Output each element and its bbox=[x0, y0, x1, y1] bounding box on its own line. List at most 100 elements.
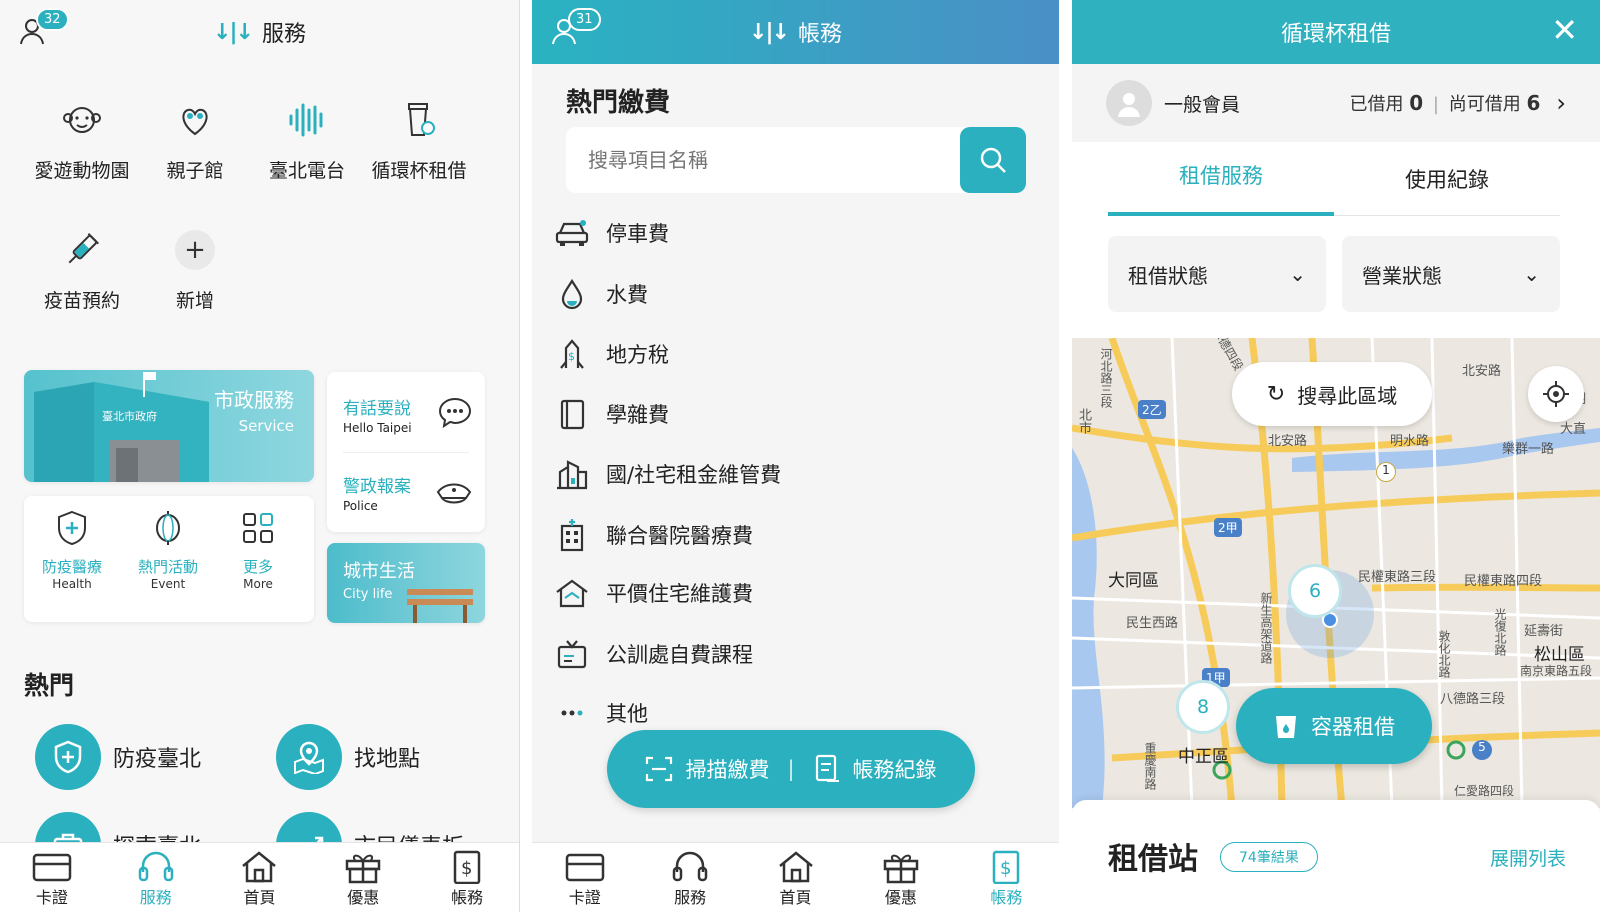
tab-billing[interactable]: $ 帳務 bbox=[954, 843, 1059, 912]
city-service-card[interactable]: 臺北市政府 市政服務 Service bbox=[24, 370, 314, 482]
header-title: 循環杯租借 bbox=[1280, 22, 1391, 47]
service-parent-child[interactable]: 親子館 bbox=[140, 90, 250, 183]
tab-card[interactable]: 卡證 bbox=[532, 843, 637, 912]
tab-offers[interactable]: 優惠 bbox=[311, 843, 415, 912]
borrowed-label: 已借用 bbox=[1349, 94, 1404, 115]
search-area-label: 搜尋此區域 bbox=[1297, 383, 1398, 408]
headset-icon bbox=[138, 851, 173, 882]
tab-label: 使用紀錄 bbox=[1405, 168, 1489, 192]
map-label: 光復北路 bbox=[1493, 608, 1507, 656]
tab-label: 優惠 bbox=[884, 888, 917, 907]
locate-button[interactable] bbox=[1528, 366, 1584, 422]
tab-card[interactable]: 卡證 bbox=[0, 843, 104, 912]
tab-label: 帳務 bbox=[990, 888, 1023, 907]
pay-item-parking[interactable]: 停車費 bbox=[554, 218, 669, 248]
tab-services[interactable]: 服務 bbox=[104, 843, 208, 912]
police-report-item[interactable]: 警政報案 Police bbox=[343, 472, 411, 513]
pay-item-social-housing[interactable]: 國/社宅租金維管費 bbox=[554, 458, 781, 490]
route-badge: 2乙 bbox=[1138, 400, 1166, 419]
tab-home[interactable]: 首頁 bbox=[743, 843, 848, 912]
pay-item-tuition[interactable]: 學雜費 bbox=[554, 398, 669, 430]
service-zoo[interactable]: 愛遊動物園 bbox=[27, 90, 137, 183]
member-level: 一般會員 bbox=[1164, 93, 1241, 116]
close-icon[interactable]: ✕ bbox=[1551, 14, 1578, 46]
tab-home[interactable]: 首頁 bbox=[208, 843, 312, 912]
billing-records-label: 帳務紀錄 bbox=[852, 758, 937, 782]
city-service-subtitle: Service bbox=[238, 417, 294, 435]
pay-item-hospital[interactable]: 聯合醫院醫療費 bbox=[554, 518, 753, 552]
gift-icon bbox=[346, 854, 381, 884]
pay-item-other[interactable]: 其他 bbox=[554, 698, 648, 728]
more-title: 更多 bbox=[242, 558, 273, 576]
select-value: 營業狀態 bbox=[1362, 263, 1442, 288]
rental-status-select[interactable]: 租借狀態 ⌄ bbox=[1108, 236, 1326, 312]
app-logo-icon: ↓|↓ bbox=[749, 19, 790, 45]
station-cluster-marker[interactable]: 6 bbox=[1288, 564, 1342, 618]
service-label: 愛遊動物園 bbox=[34, 160, 130, 182]
profile-button[interactable]: 32 bbox=[18, 8, 69, 50]
station-cluster-marker[interactable]: 8 bbox=[1176, 680, 1230, 734]
service-cup-rental[interactable]: 循環杯租借 bbox=[364, 90, 474, 183]
pay-item-label: 水費 bbox=[606, 283, 648, 307]
profile-button[interactable]: 31 bbox=[550, 8, 601, 50]
member-bar[interactable]: 一般會員 已借用 0 | 尚可借用 6 › bbox=[1072, 64, 1600, 142]
police-cap-icon bbox=[436, 483, 472, 504]
hot-item-find-place[interactable]: 找地點 bbox=[276, 724, 420, 790]
tab-usage-records[interactable]: 使用紀錄 bbox=[1334, 164, 1560, 216]
hello-subtitle: Hello Taipei bbox=[343, 421, 412, 435]
event-button[interactable]: 熱門活動 Event bbox=[128, 510, 208, 591]
notification-badge: 32 bbox=[36, 8, 69, 31]
tab-billing[interactable]: $ 帳務 bbox=[415, 843, 519, 912]
svg-text:$: $ bbox=[1000, 858, 1011, 879]
search-input[interactable] bbox=[566, 127, 946, 193]
search-area-button[interactable]: ↻ 搜尋此區域 bbox=[1232, 362, 1432, 426]
map-label: 新生高架道路 bbox=[1259, 592, 1273, 664]
service-add[interactable]: + 新增 bbox=[140, 220, 250, 313]
house-icon bbox=[556, 579, 588, 608]
service-radio[interactable]: 臺北電台 bbox=[252, 90, 362, 183]
card-icon bbox=[565, 853, 604, 882]
service-label: 循環杯租借 bbox=[371, 160, 467, 182]
container-rental-button[interactable]: 容器租借 bbox=[1236, 688, 1432, 764]
city-life-card[interactable]: 城市生活 City life bbox=[327, 543, 485, 623]
shield-plus-icon bbox=[58, 510, 86, 546]
map-label: 樂群一路 bbox=[1502, 442, 1555, 457]
chevron-down-icon: ⌄ bbox=[1523, 262, 1540, 286]
scan-pay-label: 掃描繳費 bbox=[685, 758, 770, 782]
services-header: 32 ↓|↓ 服務 bbox=[0, 0, 519, 64]
available-label: 尚可借用 bbox=[1448, 94, 1521, 115]
pay-item-local-tax[interactable]: $ 地方稅 bbox=[554, 338, 669, 370]
map-label: 北市 bbox=[1076, 408, 1091, 434]
scan-pay-button[interactable]: 掃描繳費 bbox=[645, 754, 769, 784]
tab-rental-service[interactable]: 租借服務 bbox=[1108, 160, 1334, 216]
map-view[interactable]: 北市 河北路三段 承德四段 北安路 明水路 樂群一路 內湖 大直 北安路 大同區… bbox=[1072, 338, 1600, 808]
pay-item-label: 公訓處自費課程 bbox=[606, 643, 753, 667]
billing-records-button[interactable]: 帳務紀錄 bbox=[813, 754, 937, 784]
more-button[interactable]: 更多 More bbox=[218, 510, 298, 591]
service-vaccine[interactable]: 疫苗預約 bbox=[27, 220, 137, 313]
expand-list-link[interactable]: 展開列表 bbox=[1490, 844, 1566, 871]
tab-offers[interactable]: 優惠 bbox=[848, 843, 953, 912]
search-button[interactable] bbox=[960, 127, 1026, 193]
borrowed-count: 0 bbox=[1409, 91, 1424, 115]
business-status-select[interactable]: 營業狀態 ⌄ bbox=[1342, 236, 1560, 312]
city-service-title: 市政服務 bbox=[214, 388, 294, 412]
health-button[interactable]: 防疫醫療 Health bbox=[32, 510, 112, 591]
tab-services[interactable]: 服務 bbox=[637, 843, 742, 912]
pay-item-training[interactable]: 公訓處自費課程 bbox=[554, 638, 753, 670]
pay-item-water[interactable]: 水費 bbox=[554, 278, 648, 310]
hot-item-covid[interactable]: 防疫臺北 bbox=[35, 724, 201, 790]
results-badge: 74筆結果 bbox=[1220, 842, 1318, 872]
gift-icon bbox=[883, 854, 919, 884]
cup-icon bbox=[1276, 716, 1296, 738]
service-label: 親子館 bbox=[166, 160, 224, 182]
header-title: 服務 bbox=[261, 22, 306, 47]
hello-taipei-card[interactable]: 有話要說 Hello Taipei 警政報案 Police bbox=[327, 372, 485, 532]
tab-label: 卡證 bbox=[568, 888, 601, 907]
pay-item-public-housing[interactable]: 平價住宅維護費 bbox=[554, 578, 753, 608]
refresh-icon: ↻ bbox=[1266, 381, 1286, 407]
tv-course-icon bbox=[557, 640, 587, 669]
health-event-more-card: 防疫醫療 Health 熱門活動 Event 更多 More bbox=[24, 496, 314, 622]
tab-label: 租借服務 bbox=[1179, 164, 1263, 188]
route-badge: 5 bbox=[1472, 740, 1492, 760]
